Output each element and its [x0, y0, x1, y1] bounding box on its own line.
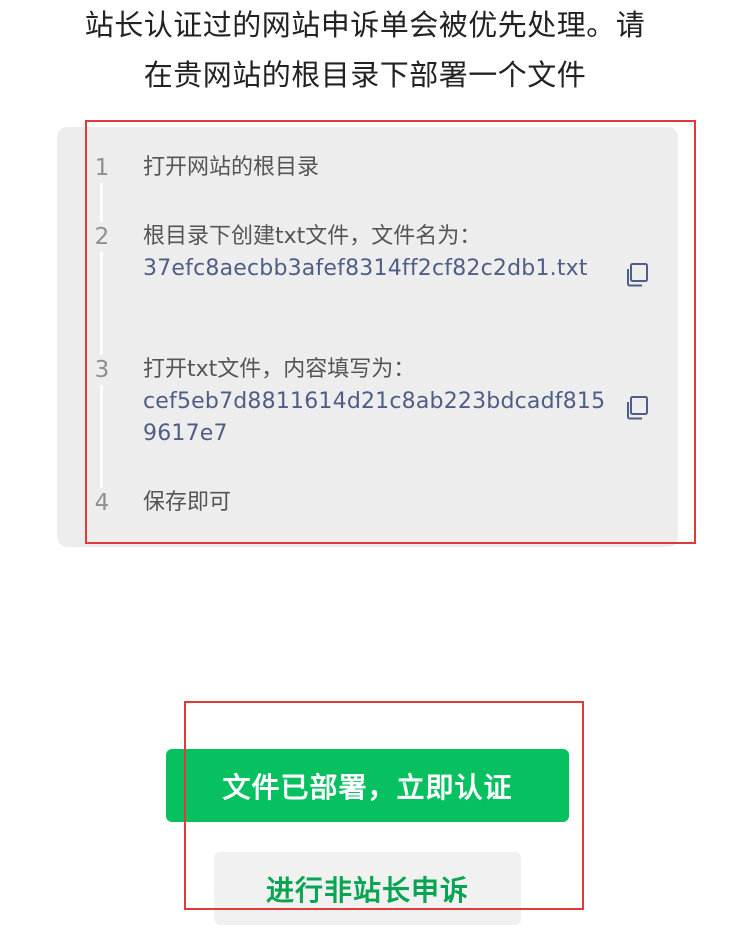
intro-line-1: 站长认证过的网站申诉单会被优先处理。请: [84, 8, 646, 42]
highlight-box-buttons: [184, 701, 584, 910]
highlight-box-steps: [85, 120, 696, 544]
intro-text: 站长认证过的网站申诉单会被优先处理。请 在贵网站的根目录下部署一个文件: [40, 0, 690, 100]
intro-line-2: 在贵网站的根目录下部署一个文件: [143, 58, 587, 92]
